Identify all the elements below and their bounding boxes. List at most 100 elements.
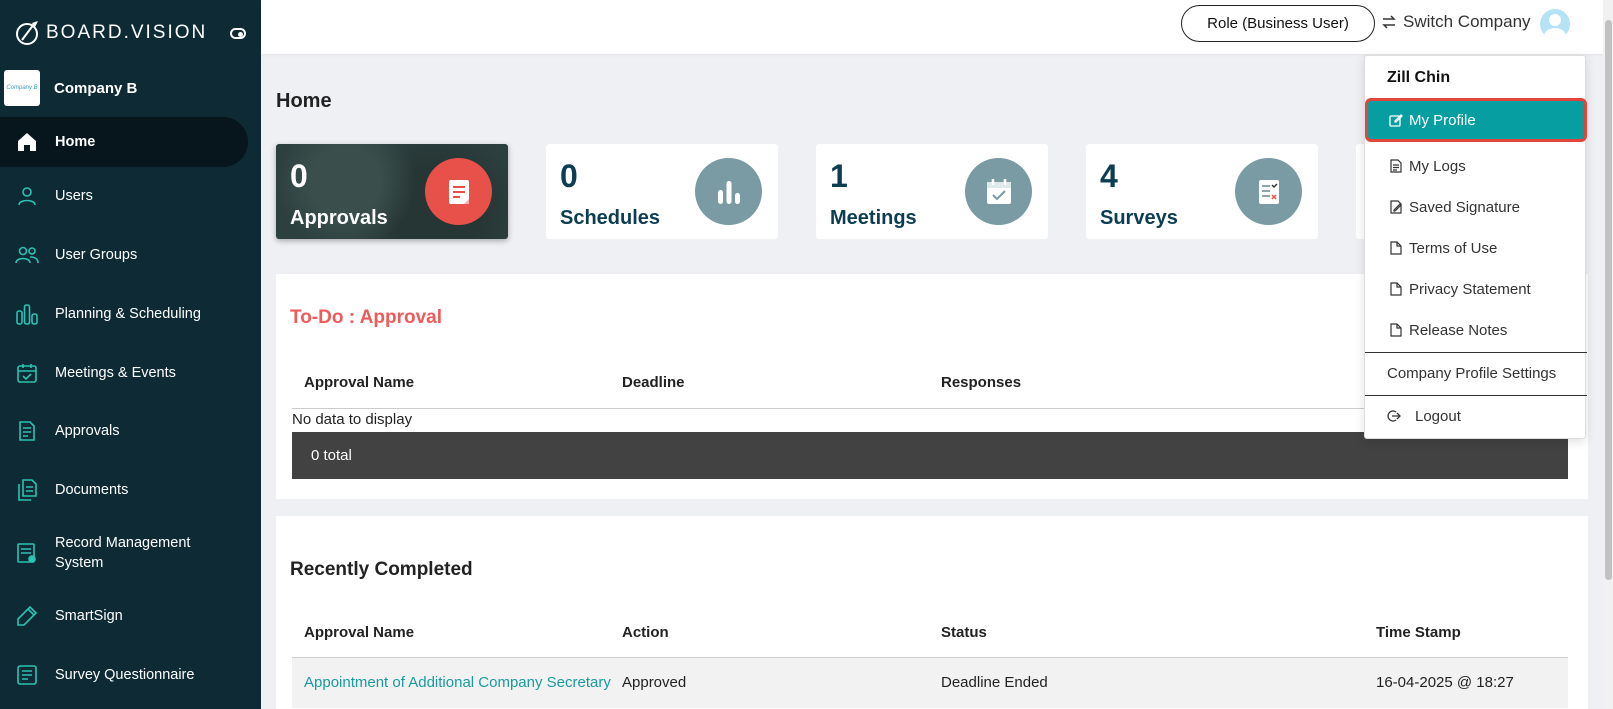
user-icon bbox=[18, 187, 36, 206]
document-icon bbox=[19, 421, 35, 441]
sidebar-item-label: Survey Questionnaire bbox=[55, 667, 195, 683]
column-header[interactable]: Responses bbox=[941, 374, 1021, 391]
total-footer: 0 total bbox=[292, 432, 1568, 479]
record-icon bbox=[17, 543, 36, 563]
stat-label: Surveys bbox=[1100, 207, 1178, 229]
user-dropdown-menu: Zill Chin My Profile My Logs Saved Signa… bbox=[1364, 55, 1587, 439]
company-logo: Company B bbox=[4, 70, 40, 106]
company-name: Company B bbox=[54, 79, 138, 97]
sidebar-item-record-management[interactable]: Record Management System bbox=[0, 533, 248, 573]
column-header[interactable]: Deadline bbox=[622, 374, 685, 391]
stat-label: Schedules bbox=[560, 207, 661, 229]
pen-icon bbox=[17, 605, 38, 626]
sidebar-item-label: Approvals bbox=[55, 423, 120, 439]
brand-name: BOARD.VISION bbox=[46, 22, 208, 43]
approval-name-link[interactable]: Appointment of Additional Company Secret… bbox=[304, 674, 611, 691]
menu-item-label: Company Profile Settings bbox=[1387, 364, 1557, 382]
sidebar-item-approvals[interactable]: Approvals bbox=[0, 419, 248, 443]
sidebar-item-label: Planning & Scheduling bbox=[55, 306, 201, 322]
privacy-statement-menu-item[interactable]: Privacy Statement bbox=[1365, 268, 1587, 310]
logout-icon bbox=[1387, 410, 1401, 422]
sidebar-item-label: Documents bbox=[55, 482, 129, 498]
switch-icon bbox=[1382, 15, 1396, 29]
stat-label: Meetings bbox=[830, 207, 917, 229]
sidebar-item-planning-scheduling[interactable]: Planning & Scheduling bbox=[0, 302, 248, 326]
sidebar-item-users[interactable]: Users bbox=[0, 184, 248, 208]
column-header[interactable]: Status bbox=[941, 624, 987, 641]
row-timestamp: 16-04-2025 @ 18:27 bbox=[1376, 674, 1514, 691]
recent-title: Recently Completed bbox=[290, 559, 473, 580]
bar-chart-icon bbox=[695, 158, 762, 225]
stat-count: 4 bbox=[1100, 158, 1118, 194]
sidebar-toggle-icon[interactable] bbox=[230, 28, 246, 39]
log-icon bbox=[1390, 159, 1402, 173]
sidebar-item-survey-questionnaire[interactable]: Survey Questionnaire bbox=[0, 663, 248, 687]
column-header[interactable]: Approval Name bbox=[304, 624, 414, 641]
signature-edit-icon bbox=[1390, 200, 1402, 214]
release-notes-menu-item[interactable]: Release Notes bbox=[1365, 309, 1587, 351]
stat-count: 0 bbox=[290, 158, 308, 194]
sidebar-item-label: Record Management System bbox=[55, 535, 191, 571]
file-icon bbox=[1390, 241, 1402, 255]
menu-item-label: Logout bbox=[1415, 407, 1461, 425]
board-vision-logo-icon bbox=[16, 21, 38, 45]
calendar-check-icon bbox=[17, 364, 37, 383]
row-action: Approved bbox=[622, 674, 687, 691]
logout-menu-item[interactable]: Logout bbox=[1365, 395, 1587, 437]
column-header[interactable]: Action bbox=[622, 624, 669, 641]
file-icon bbox=[1390, 282, 1402, 296]
survey-icon bbox=[17, 665, 37, 685]
survey-checklist-icon bbox=[1235, 158, 1302, 225]
user-avatar[interactable] bbox=[1540, 9, 1570, 39]
switch-company-label: Switch Company bbox=[1403, 12, 1531, 31]
user-groups-icon bbox=[15, 246, 39, 264]
stat-count: 0 bbox=[560, 158, 578, 194]
my-profile-menu-item[interactable]: My Profile bbox=[1365, 98, 1587, 142]
calendar-icon bbox=[965, 158, 1032, 225]
menu-item-label: Saved Signature bbox=[1409, 198, 1520, 216]
menu-item-label: My Profile bbox=[1409, 111, 1476, 129]
stat-card-surveys[interactable]: 4 Surveys bbox=[1086, 144, 1318, 239]
saved-signature-menu-item[interactable]: Saved Signature bbox=[1365, 186, 1587, 228]
scrollbar-thumb[interactable] bbox=[1605, 20, 1612, 580]
company-switcher[interactable]: Company B Company B bbox=[4, 70, 137, 106]
column-header[interactable]: Time Stamp bbox=[1376, 624, 1461, 641]
documents-icon bbox=[18, 479, 37, 501]
sidebar-item-user-groups[interactable]: User Groups bbox=[0, 243, 248, 267]
stat-card-schedules[interactable]: 0 Schedules bbox=[546, 144, 778, 239]
company-profile-settings-menu-item[interactable]: Company Profile Settings bbox=[1365, 352, 1587, 394]
stat-card-approvals[interactable]: 0 Approvals bbox=[276, 144, 508, 239]
dropdown-user-name: Zill Chin bbox=[1387, 69, 1451, 86]
brand[interactable]: BOARD.VISION bbox=[14, 20, 207, 46]
menu-item-label: My Logs bbox=[1409, 157, 1466, 175]
file-icon bbox=[1390, 323, 1402, 337]
stat-card-meetings[interactable]: 1 Meetings bbox=[816, 144, 1048, 239]
stat-label: Approvals bbox=[290, 207, 388, 229]
sidebar-item-label: SmartSign bbox=[55, 608, 123, 624]
role-button[interactable]: Role (Business User) bbox=[1181, 5, 1375, 42]
column-header[interactable]: Approval Name bbox=[304, 374, 414, 391]
sidebar-item-label: Home bbox=[55, 134, 96, 150]
row-status: Deadline Ended bbox=[941, 674, 1048, 691]
sidebar-item-home[interactable]: Home bbox=[0, 117, 248, 167]
menu-item-label: Terms of Use bbox=[1409, 239, 1498, 257]
switch-company-button[interactable]: Switch Company bbox=[1381, 12, 1531, 32]
sidebar-item-documents[interactable]: Documents bbox=[0, 478, 248, 502]
approval-doc-icon bbox=[425, 158, 492, 225]
sidebar-item-smartsign[interactable]: SmartSign bbox=[0, 604, 248, 628]
terms-of-use-menu-item[interactable]: Terms of Use bbox=[1365, 227, 1587, 269]
bar-chart-icon bbox=[16, 304, 38, 325]
sidebar-item-label: Users bbox=[55, 188, 93, 204]
edit-icon bbox=[1389, 114, 1403, 127]
sidebar: BOARD.VISION Company B Company B Home Us… bbox=[0, 0, 261, 709]
empty-message: No data to display bbox=[292, 411, 413, 428]
home-icon bbox=[18, 133, 36, 151]
sidebar-item-meetings-events[interactable]: Meetings & Events bbox=[0, 361, 248, 385]
stat-count: 1 bbox=[830, 158, 848, 194]
page-title: Home bbox=[276, 90, 332, 112]
menu-item-label: Release Notes bbox=[1409, 321, 1508, 339]
my-logs-menu-item[interactable]: My Logs bbox=[1365, 145, 1587, 187]
menu-item-label: Privacy Statement bbox=[1409, 280, 1531, 298]
recently-completed-panel: Recently Completed Approval Name Action … bbox=[276, 516, 1588, 709]
sidebar-item-label: User Groups bbox=[55, 247, 138, 263]
